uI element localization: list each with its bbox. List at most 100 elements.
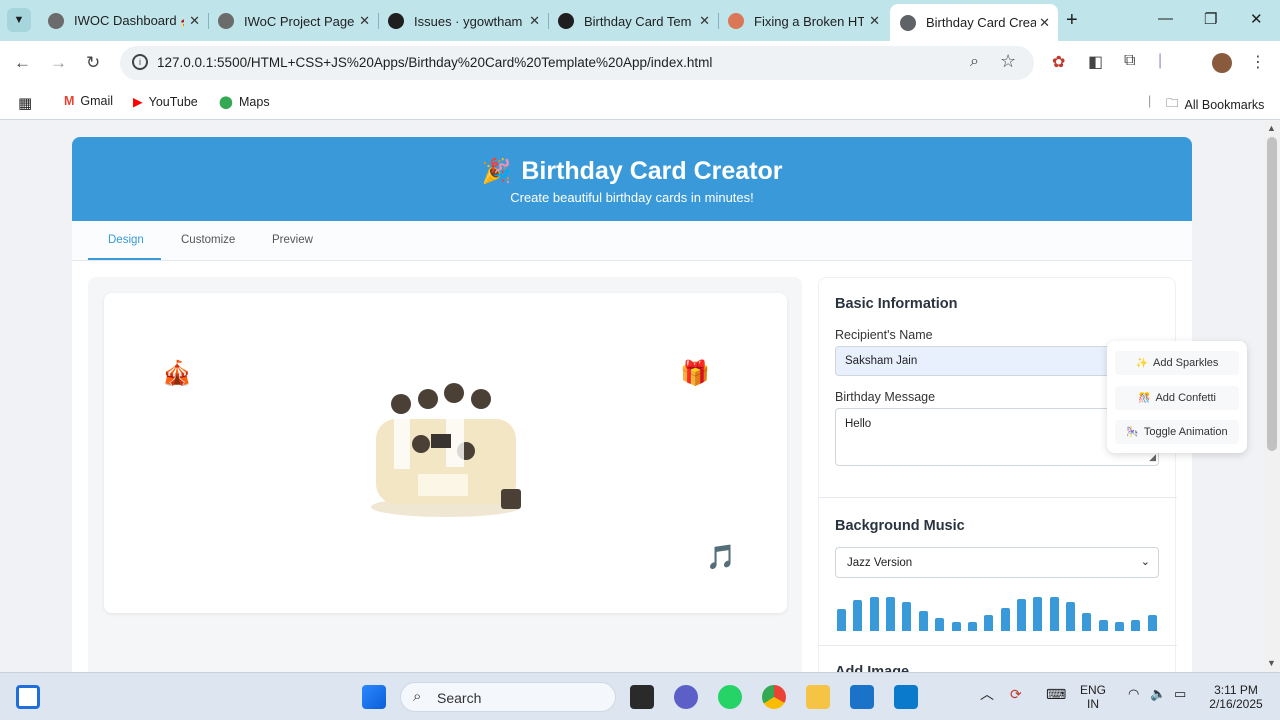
profile-avatar[interactable] <box>1212 53 1232 73</box>
app-title: 🎉 Birthday Card Creator <box>72 157 1192 186</box>
minimize-icon[interactable]: — <box>1158 10 1173 27</box>
tray-chevron-icon[interactable]: ︿ <box>980 687 994 701</box>
effects-popup: ✨ Add Sparkles 🎊 Add Confetti 🎠 Toggle A… <box>1107 341 1247 453</box>
background-music-heading: Background Music <box>835 518 965 534</box>
clock-time: 3:11 PM <box>1214 683 1258 697</box>
url-text[interactable]: 127.0.0.1:5500/HTML+CSS+JS%20Apps/Birthd… <box>157 55 712 70</box>
tab-label: Birthday Card Tem <box>584 13 692 29</box>
browser-tab-2[interactable]: IWoC Project Page ✕ <box>208 7 378 35</box>
visualizer-bar <box>984 615 994 631</box>
music-select[interactable]: Jazz Version ⌄ <box>835 547 1159 578</box>
close-icon[interactable]: ✕ <box>189 13 200 29</box>
search-icon[interactable]: ⌕ <box>970 53 979 71</box>
close-icon[interactable]: ✕ <box>529 13 540 29</box>
chrome-icon[interactable] <box>762 685 786 709</box>
bookmark-youtube[interactable]: ▶ YouTube <box>133 94 198 110</box>
extension-color-icon[interactable]: ✿ <box>1052 52 1065 72</box>
tab-label: Issues · ygowtham <box>414 13 523 29</box>
visualizer-bar <box>837 609 846 631</box>
resize-grip-icon[interactable]: ◢ <box>1149 452 1156 463</box>
forward-icon[interactable]: → <box>50 53 67 73</box>
bookmarks-bar: ▦ M Gmail ▶ YouTube ⬤ Maps | 🗀 All Bookm… <box>0 86 1280 120</box>
apps-grid-icon[interactable]: ▦ <box>18 94 38 112</box>
tab-label: Fixing a Broken HT <box>754 13 864 29</box>
scroll-up-icon[interactable]: ▲ <box>1267 123 1276 133</box>
search-icon: ⌕ <box>413 688 422 705</box>
github-icon <box>558 13 574 29</box>
reload-icon[interactable]: ↻ <box>86 53 100 73</box>
teams-icon[interactable] <box>674 685 698 709</box>
task-view-icon[interactable] <box>630 685 654 709</box>
window-close-icon[interactable]: ✕ <box>1250 10 1263 28</box>
browser-tab-5[interactable]: Fixing a Broken HT ✕ <box>718 7 888 35</box>
bookmarks-divider: | <box>1148 94 1152 108</box>
language-indicator[interactable]: ENG IN <box>1080 683 1106 711</box>
claude-icon <box>728 13 744 29</box>
visualizer-bar <box>1000 608 1010 631</box>
toggle-animation-label: Toggle Animation <box>1143 426 1228 438</box>
bookmark-gmail[interactable]: M Gmail <box>64 94 113 108</box>
widgets-icon[interactable] <box>16 685 40 709</box>
gift-icon: 🎁 <box>680 360 710 387</box>
active-tab-indicator <box>88 258 161 260</box>
site-info-icon[interactable]: i <box>132 54 148 70</box>
basic-info-heading: Basic Information <box>835 296 958 312</box>
store-icon[interactable] <box>850 685 874 709</box>
browser-tab-1[interactable]: IWOC Dashboard 🚀 ✕ <box>38 7 208 35</box>
settings-panel: Basic Information Recipient's Name Saksh… <box>818 277 1177 672</box>
bookmark-maps[interactable]: ⬤ Maps <box>219 94 270 110</box>
github-icon <box>388 13 404 29</box>
scroll-thumb[interactable] <box>1267 137 1277 451</box>
tab-customize[interactable]: Customize <box>181 234 235 246</box>
extensions-puzzle-icon[interactable]: ⧉ <box>1124 52 1135 70</box>
close-icon[interactable]: ✕ <box>869 13 880 29</box>
circus-tent-icon: 🎪 <box>162 360 192 387</box>
volume-icon[interactable]: 🔈 <box>1150 687 1166 701</box>
visualizer-bar <box>1098 620 1108 631</box>
bookmark-star-icon[interactable]: ☆ <box>1000 51 1016 72</box>
maps-pin-icon: ⬤ <box>219 95 233 109</box>
music-select-value: Jazz Version <box>847 557 913 569</box>
favicon-icon <box>218 13 234 29</box>
sync-icon[interactable]: ⟳ <box>1010 687 1022 701</box>
page-scrollbar[interactable]: ▲ ▼ <box>1264 121 1280 672</box>
visualizer-bar <box>902 602 912 631</box>
taskbar-search[interactable]: ⌕ Search <box>400 682 616 712</box>
vscode-icon[interactable] <box>894 685 918 709</box>
new-tab-icon[interactable]: + <box>1066 9 1078 32</box>
add-confetti-button[interactable]: 🎊 Add Confetti <box>1115 386 1239 410</box>
card-image-people <box>371 383 521 517</box>
browser-tab-3[interactable]: Issues · ygowtham ✕ <box>378 7 548 35</box>
menu-icon[interactable]: ⋮ <box>1250 52 1266 72</box>
close-icon[interactable]: ✕ <box>359 13 370 29</box>
wifi-icon[interactable]: ◠ <box>1128 687 1139 701</box>
start-icon[interactable] <box>362 685 386 709</box>
keyboard-icon[interactable]: ⌨ <box>1046 687 1066 701</box>
visualizer-bar <box>967 622 977 631</box>
restore-icon[interactable]: ❐ <box>1204 10 1217 28</box>
tab-preview[interactable]: Preview <box>272 234 313 246</box>
file-explorer-icon[interactable] <box>806 685 830 709</box>
scroll-down-icon[interactable]: ▼ <box>1267 658 1276 668</box>
browser-tab-4[interactable]: Birthday Card Tem ✕ <box>548 7 718 35</box>
all-bookmarks-button[interactable]: 🗀 All Bookmarks <box>1166 94 1264 115</box>
party-popper-icon: 🎉 <box>481 158 512 185</box>
address-bar[interactable]: i 127.0.0.1:5500/HTML+CSS+JS%20Apps/Birt… <box>120 46 1034 80</box>
music-note-icon: 🎵 <box>706 544 736 571</box>
close-icon[interactable]: ✕ <box>1039 15 1050 31</box>
tab-design[interactable]: Design <box>108 234 144 246</box>
extension-icon[interactable]: ◧ <box>1088 52 1103 72</box>
add-sparkles-button[interactable]: ✨ Add Sparkles <box>1115 351 1239 375</box>
back-icon[interactable]: ← <box>14 53 31 73</box>
close-icon[interactable]: ✕ <box>699 13 710 29</box>
whatsapp-icon[interactable] <box>718 685 742 709</box>
clock[interactable]: 3:11 PM 2/16/2025 <box>1204 683 1268 711</box>
battery-icon[interactable]: ▭ <box>1174 687 1186 701</box>
toggle-animation-button[interactable]: 🎠 Toggle Animation <box>1115 420 1239 444</box>
taskbar-search-label: Search <box>437 690 482 706</box>
toolbar-divider-icon: | <box>1158 52 1163 69</box>
add-image-heading: Add Image <box>835 664 910 672</box>
browser-tab-6-active[interactable]: Birthday Card Crea ✕ <box>890 4 1058 41</box>
card-preview-panel: 🎪 🎁 🎵 <box>88 277 802 672</box>
tab-search-button[interactable]: ▼ <box>7 8 31 32</box>
